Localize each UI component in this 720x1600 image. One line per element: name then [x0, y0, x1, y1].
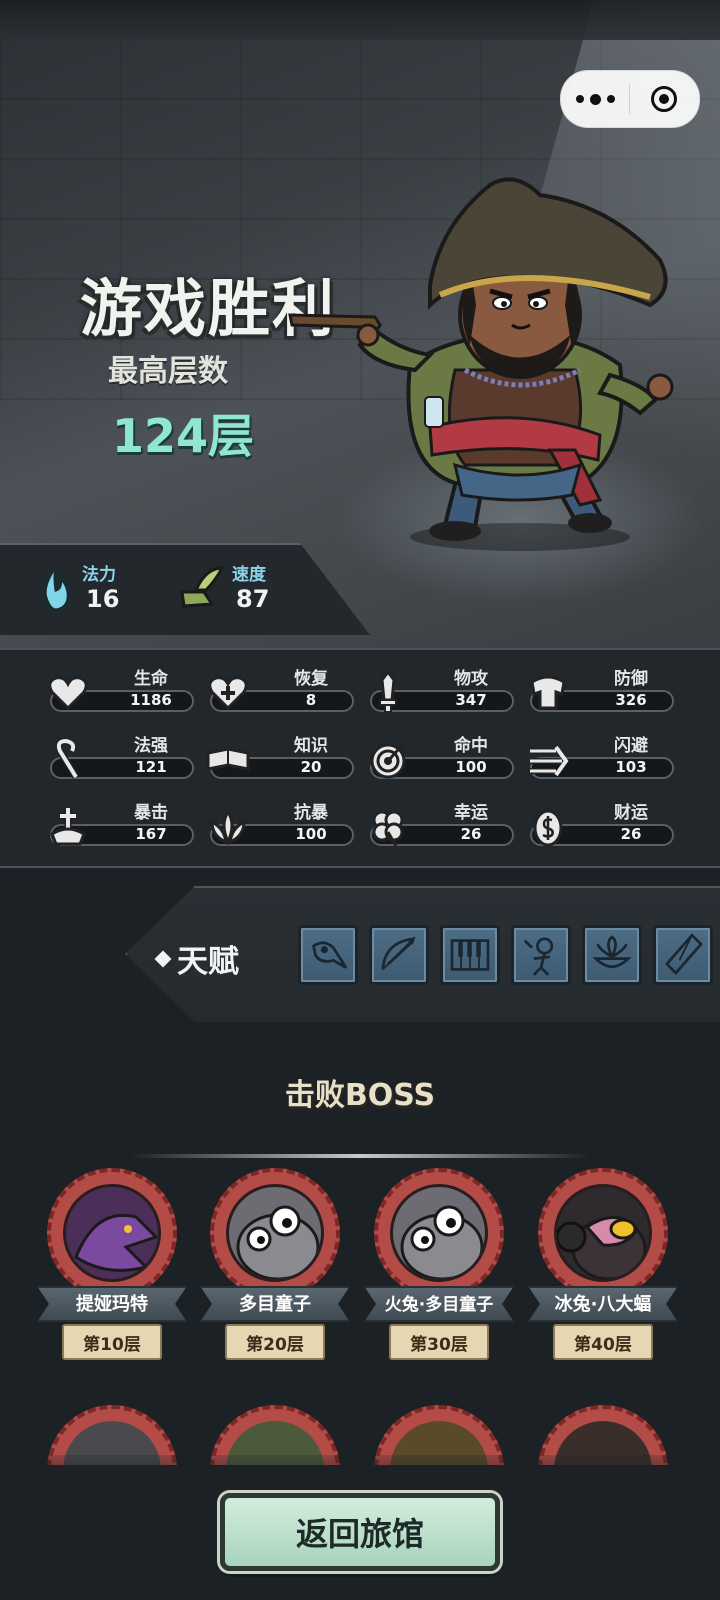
stat-label: 生命 — [134, 669, 168, 689]
pirate-character-illustration — [288, 177, 674, 551]
stat-value: 20 — [300, 758, 322, 776]
speed-stat: 速度 87 — [176, 560, 269, 613]
stat-value: 347 — [455, 691, 487, 709]
stat-value: 121 — [135, 758, 167, 776]
talent-skeleton-icon[interactable] — [511, 925, 571, 985]
boss-floor: 第20层 — [246, 1335, 304, 1355]
stat-label: 抗暴 — [294, 803, 328, 823]
boss-floor: 第30层 — [410, 1335, 468, 1355]
talent-plague-mask-icon[interactable] — [298, 925, 358, 985]
mana-value: 16 — [86, 585, 120, 613]
miniprogram-capsule — [560, 70, 700, 128]
stat-value: 326 — [615, 691, 647, 709]
talent-label-text: 天赋 — [177, 944, 239, 980]
boss-divider — [130, 1154, 590, 1158]
stat-label: 命中 — [454, 736, 488, 756]
heart-icon — [48, 676, 88, 711]
stat-label: 恢复 — [294, 669, 328, 689]
talent-herb-bowl-icon[interactable] — [582, 925, 642, 985]
stat-label: 财运 — [614, 803, 648, 823]
blue-flame-icon — [43, 564, 70, 612]
armor-icon — [530, 675, 566, 710]
stat-label: 幸运 — [454, 803, 488, 823]
sword-icon — [379, 670, 397, 713]
stat-value: 26 — [620, 825, 642, 843]
stat-magic: 法强 121 — [46, 731, 196, 783]
max-floor-value: 124层 — [112, 409, 255, 463]
stat-luck: 幸运 26 — [366, 798, 516, 850]
heart-plus-icon — [208, 676, 248, 711]
stat-fortune: 财运 26 — [526, 798, 676, 850]
boss-name: 火兔·多目童子 — [384, 1295, 494, 1315]
boss-name: 多目童子 — [239, 1294, 311, 1315]
defeated-boss-title: 击败BOSS — [284, 1078, 436, 1113]
many-eyes-portrait-icon — [226, 1184, 324, 1282]
boss-name: 冰兔·八大蝠 — [554, 1294, 652, 1315]
staff-icon — [55, 737, 79, 779]
talent-bow-icon[interactable] — [369, 925, 429, 985]
max-floor-label: 最高层数 — [108, 354, 228, 389]
stat-label: 防御 — [614, 669, 648, 689]
stat-crit-resist: 抗暴 100 — [206, 798, 356, 850]
return-to-inn-button[interactable]: 返回旅馆 — [220, 1493, 500, 1571]
winged-boot-icon — [180, 565, 225, 608]
close-program-icon[interactable] — [630, 71, 698, 127]
stat-hp: 生命 1186 — [46, 664, 196, 716]
coin-icon — [533, 809, 563, 847]
talent-label: 天赋 — [154, 936, 239, 981]
stat-value: 167 — [135, 825, 167, 843]
stat-defense: 防御 326 — [526, 664, 676, 716]
stat-value: 100 — [455, 758, 487, 776]
boss-card[interactable]: 冰兔·八大蝠 第40层 — [528, 1168, 678, 1383]
talent-piano-keys-icon[interactable] — [440, 925, 500, 985]
speed-label: 速度 — [232, 565, 266, 585]
book-icon — [206, 747, 250, 771]
speed-value: 87 — [236, 585, 270, 613]
shield-lotus-icon — [210, 809, 246, 846]
diamond-icon — [154, 950, 172, 967]
stat-label: 闪避 — [614, 736, 648, 756]
stat-value: 1186 — [130, 691, 172, 709]
clover-icon — [372, 810, 404, 847]
boss-card[interactable]: 多目童子 第20层 — [200, 1168, 350, 1383]
stat-accuracy: 命中 100 — [366, 731, 516, 783]
fire-many-eyes-portrait-icon — [390, 1184, 488, 1282]
stat-value: 26 — [460, 825, 482, 843]
stat-dodge: 闪避 103 — [526, 731, 676, 783]
stat-label: 知识 — [294, 736, 328, 756]
mana-label: 法力 — [82, 565, 116, 585]
stat-label: 法强 — [134, 736, 168, 756]
target-icon — [370, 742, 406, 779]
stat-regen: 恢复 8 — [206, 664, 356, 716]
mana-stat: 法力 16 — [36, 560, 119, 613]
boss-name: 提娅玛特 — [76, 1294, 148, 1315]
more-menu-icon[interactable] — [561, 71, 629, 127]
boss-card[interactable]: 火兔·多目童子 第30层 — [364, 1168, 514, 1383]
stat-value: 100 — [295, 825, 327, 843]
stat-attack: 物攻 347 — [366, 664, 516, 716]
boss-floor: 第40层 — [574, 1335, 632, 1355]
dodge-arrows-icon — [530, 745, 569, 777]
ceiling-pipe — [0, 0, 720, 40]
stat-label: 暴击 — [134, 803, 168, 823]
talent-crystal-icon[interactable] — [653, 925, 713, 985]
stat-value: 103 — [615, 758, 647, 776]
boss-card[interactable]: 提娅玛特 第10层 — [37, 1168, 187, 1383]
stat-value: 8 — [305, 691, 317, 709]
bat-portrait-icon — [554, 1184, 652, 1282]
stat-label: 物攻 — [454, 669, 488, 689]
crit-dagger-icon — [50, 808, 86, 846]
stat-knowledge: 知识 20 — [206, 731, 356, 783]
boss-floor: 第10层 — [83, 1335, 141, 1355]
dragon-portrait-icon — [63, 1184, 161, 1282]
stat-crit: 暴击 167 — [46, 798, 196, 850]
